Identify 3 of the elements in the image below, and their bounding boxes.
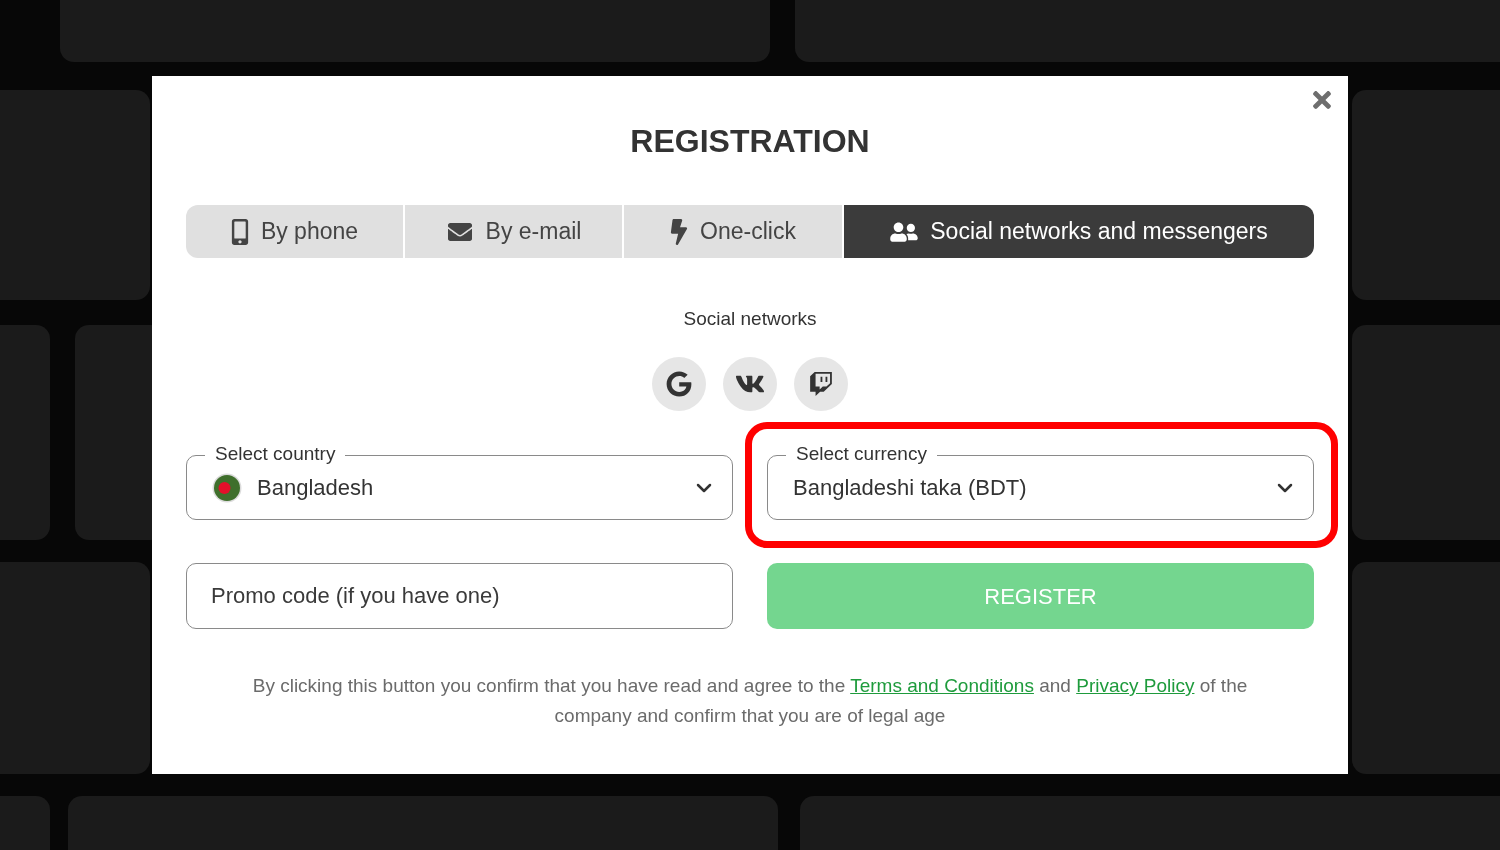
consent-text: By clicking this button you confirm that you have read and agree to the Terms and Conditions and Privacy Policy of the company and confirm that you are of legal age	[251, 674, 1249, 728]
section-heading: Social networks	[683, 307, 817, 331]
dialog-title: REGISTRATION	[630, 122, 870, 161]
